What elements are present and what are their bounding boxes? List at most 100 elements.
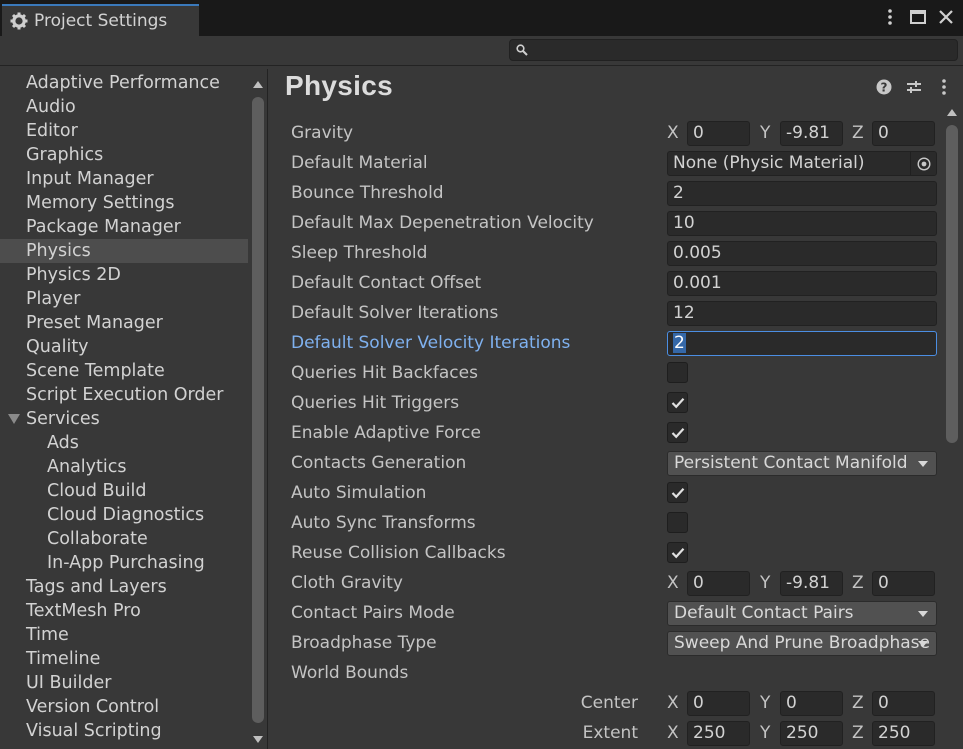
z-axis-label[interactable]: Z xyxy=(852,691,864,716)
extent-y-field[interactable]: 250 xyxy=(780,721,843,746)
y-axis-label[interactable]: Y xyxy=(760,691,770,716)
sidebar-item-physics[interactable]: Physics xyxy=(0,239,248,263)
sidebar-item-physics-2d[interactable]: Physics 2D xyxy=(0,263,248,287)
default-material-field[interactable]: None (Physic Material) xyxy=(667,151,937,176)
world-bounds-row: World Bounds xyxy=(291,660,941,686)
extent-x-field[interactable]: 250 xyxy=(687,721,750,746)
world-bounds-center-row: Center X 0 Y 0 Z 0 xyxy=(291,690,941,716)
sidebar-scrollbar[interactable] xyxy=(250,75,266,745)
close-icon[interactable] xyxy=(937,6,955,28)
gravity-vector: X 0 Y -9.81 Z 0 xyxy=(667,121,937,146)
broadphase-type-dropdown[interactable]: Sweep And Prune Broadphase xyxy=(667,631,937,656)
gravity-y-field[interactable]: -9.81 xyxy=(780,121,843,146)
center-x-field[interactable]: 0 xyxy=(687,691,750,716)
y-axis-label[interactable]: Y xyxy=(760,721,770,746)
more-icon[interactable] xyxy=(881,6,899,28)
contact-offset-field[interactable]: 0.001 xyxy=(667,271,937,296)
sidebar-item-tags-and-layers[interactable]: Tags and Layers xyxy=(0,575,248,599)
queries-hit-triggers-checkbox[interactable] xyxy=(667,392,688,413)
center-z-field[interactable]: 0 xyxy=(872,691,935,716)
sidebar-item-ui-builder[interactable]: UI Builder xyxy=(0,671,248,695)
sidebar-item-textmesh-pro[interactable]: TextMesh Pro xyxy=(0,599,248,623)
gravity-x-field[interactable]: 0 xyxy=(687,121,750,146)
tab-project-settings[interactable]: Project Settings xyxy=(2,4,199,36)
sidebar-item-cloud-build[interactable]: Cloud Build xyxy=(0,479,248,503)
sidebar-item-preset-manager[interactable]: Preset Manager xyxy=(0,311,248,335)
sidebar-item-adaptive-performance[interactable]: Adaptive Performance xyxy=(0,71,248,95)
queries-hit-backfaces-checkbox[interactable] xyxy=(667,362,688,383)
auto-simulation-label: Auto Simulation xyxy=(291,483,427,503)
sidebar-item-script-execution-order[interactable]: Script Execution Order xyxy=(0,383,248,407)
reuse-collision-callbacks-checkbox[interactable] xyxy=(667,542,688,563)
main-scroll-thumb[interactable] xyxy=(946,125,958,443)
bounce-threshold-field[interactable]: 2 xyxy=(667,181,937,206)
auto-sync-transforms-checkbox[interactable] xyxy=(667,512,688,533)
z-axis-label[interactable]: Z xyxy=(852,721,864,746)
cloth-gravity-x-field[interactable]: 0 xyxy=(687,571,750,596)
gravity-label: Gravity xyxy=(291,123,354,143)
scroll-up-icon[interactable] xyxy=(253,81,263,88)
x-axis-label[interactable]: X xyxy=(667,721,679,746)
center-y-field[interactable]: 0 xyxy=(780,691,843,716)
sidebar-item-memory-settings[interactable]: Memory Settings xyxy=(0,191,248,215)
queries-hit-backfaces-label: Queries Hit Backfaces xyxy=(291,363,478,383)
z-axis-label[interactable]: Z xyxy=(852,571,864,596)
more-icon[interactable] xyxy=(935,78,953,96)
queries-hit-triggers-label: Queries Hit Triggers xyxy=(291,393,460,413)
sleep-threshold-field[interactable]: 0.005 xyxy=(667,241,937,266)
sidebar-item-scene-template[interactable]: Scene Template xyxy=(0,359,248,383)
y-axis-label[interactable]: Y xyxy=(760,571,770,596)
contact-offset-row: Default Contact Offset 0.001 xyxy=(291,270,941,296)
search-input[interactable] xyxy=(509,39,958,61)
x-axis-label[interactable]: X xyxy=(667,571,679,596)
sidebar-item-editor[interactable]: Editor xyxy=(0,119,248,143)
max-depenetration-field[interactable]: 10 xyxy=(667,211,937,236)
sidebar-item-ads[interactable]: Ads xyxy=(0,431,248,455)
main-scrollbar[interactable] xyxy=(945,105,959,749)
maximize-icon[interactable] xyxy=(909,6,927,28)
scroll-up-icon[interactable] xyxy=(947,109,957,116)
solver-velocity-iterations-field[interactable]: 2 xyxy=(667,331,937,356)
sidebar-item-time[interactable]: Time xyxy=(0,623,248,647)
sidebar-item-quality[interactable]: Quality xyxy=(0,335,248,359)
cloth-gravity-z-field[interactable]: 0 xyxy=(872,571,935,596)
sidebar-item-package-manager[interactable]: Package Manager xyxy=(0,215,248,239)
enable-adaptive-force-checkbox[interactable] xyxy=(667,422,688,443)
settings-sidebar: Adaptive Performance Audio Editor Graphi… xyxy=(0,69,268,749)
scroll-down-icon[interactable] xyxy=(253,736,263,743)
sidebar-item-player[interactable]: Player xyxy=(0,287,248,311)
x-axis-label[interactable]: X xyxy=(667,691,679,716)
contacts-generation-row: Contacts Generation Persistent Contact M… xyxy=(291,450,941,476)
cloth-gravity-row: Cloth Gravity X 0 Y -9.81 Z 0 xyxy=(291,570,941,596)
sidebar-item-in-app-purchasing[interactable]: In-App Purchasing xyxy=(0,551,248,575)
gravity-z-field[interactable]: 0 xyxy=(872,121,935,146)
contacts-generation-dropdown[interactable]: Persistent Contact Manifold xyxy=(667,451,937,476)
sidebar-scroll-thumb[interactable] xyxy=(252,97,264,723)
sidebar-item-audio[interactable]: Audio xyxy=(0,95,248,119)
x-axis-label[interactable]: X xyxy=(667,121,679,146)
expand-arrow-icon[interactable] xyxy=(8,414,20,424)
sidebar-item-services[interactable]: Services xyxy=(0,407,248,431)
object-picker-icon[interactable] xyxy=(910,152,936,175)
bounce-threshold-row: Bounce Threshold 2 xyxy=(291,180,941,206)
preset-sliders-icon[interactable] xyxy=(905,78,923,96)
sidebar-item-input-manager[interactable]: Input Manager xyxy=(0,167,248,191)
center-vector: X 0 Y 0 Z 0 xyxy=(667,691,937,716)
help-icon[interactable]: ? xyxy=(875,78,893,96)
z-axis-label[interactable]: Z xyxy=(852,121,864,146)
checkmark-icon xyxy=(671,547,684,558)
cloth-gravity-y-field[interactable]: -9.81 xyxy=(780,571,843,596)
sidebar-item-visual-scripting[interactable]: Visual Scripting xyxy=(0,719,248,743)
sidebar-item-analytics[interactable]: Analytics xyxy=(0,455,248,479)
contact-pairs-mode-dropdown[interactable]: Default Contact Pairs xyxy=(667,601,937,626)
gear-icon xyxy=(10,12,28,30)
auto-simulation-checkbox[interactable] xyxy=(667,482,688,503)
sidebar-item-collaborate[interactable]: Collaborate xyxy=(0,527,248,551)
sidebar-item-version-control[interactable]: Version Control xyxy=(0,695,248,719)
solver-iterations-field[interactable]: 12 xyxy=(667,301,937,326)
y-axis-label[interactable]: Y xyxy=(760,121,770,146)
sidebar-item-cloud-diagnostics[interactable]: Cloud Diagnostics xyxy=(0,503,248,527)
sidebar-item-timeline[interactable]: Timeline xyxy=(0,647,248,671)
sidebar-item-graphics[interactable]: Graphics xyxy=(0,143,248,167)
extent-z-field[interactable]: 250 xyxy=(872,721,935,746)
